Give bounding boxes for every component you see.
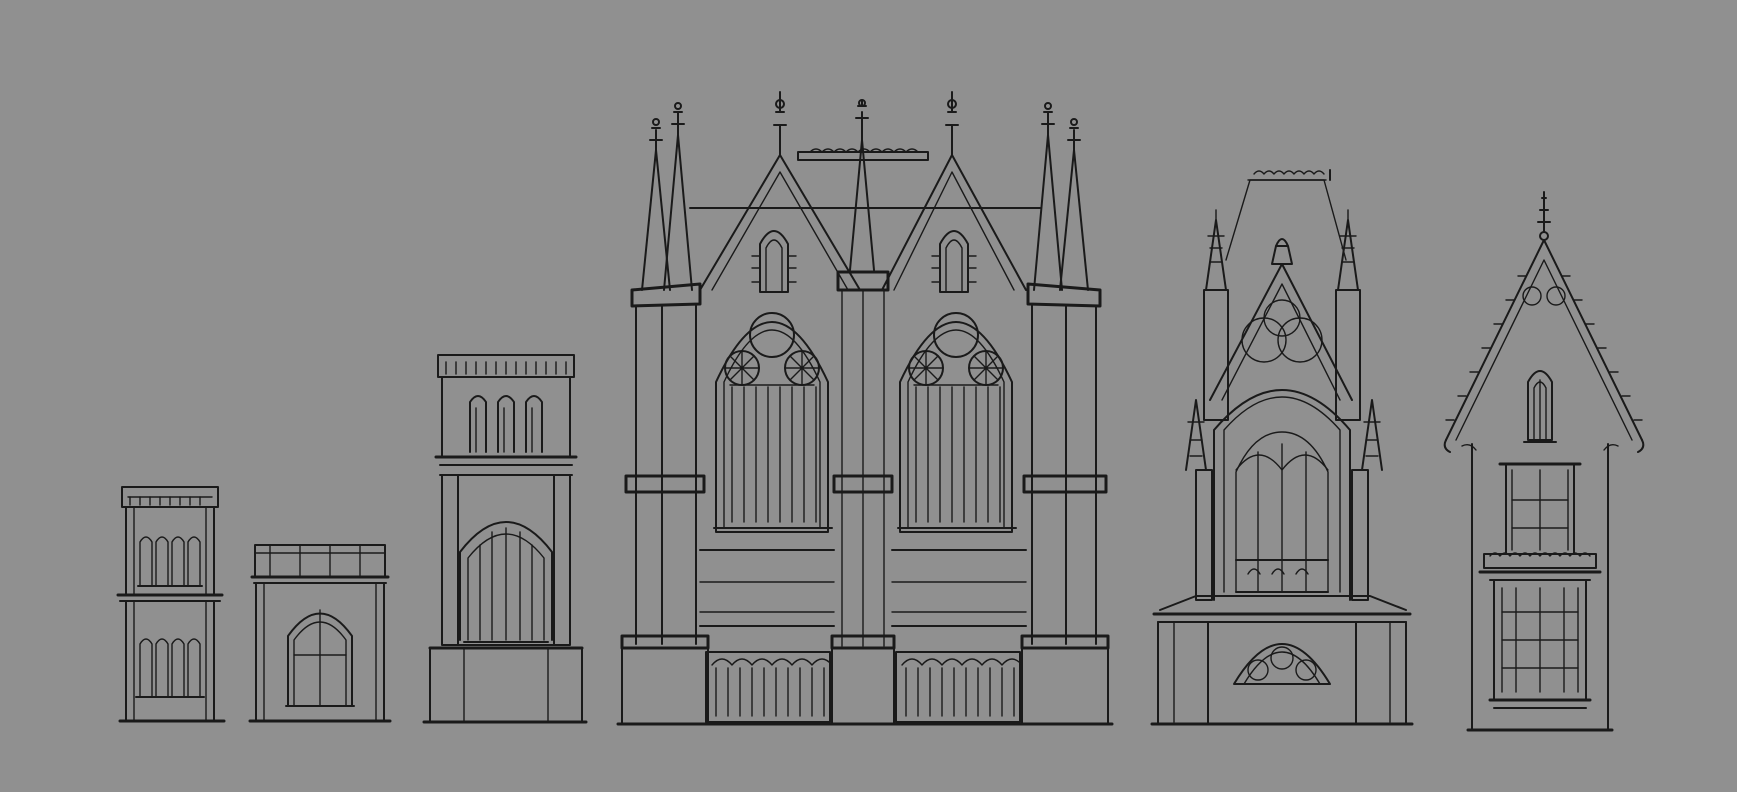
lower-panel-right — [896, 652, 1022, 722]
large-window-right — [898, 313, 1016, 532]
bell-tower-sketch — [424, 355, 586, 722]
small-tower-sketch — [118, 487, 224, 721]
sketch-canvas — [0, 0, 1737, 792]
ornate-chapel-sketch — [1152, 170, 1412, 724]
gatehouse-sketch — [250, 545, 390, 721]
large-window-left — [714, 313, 832, 532]
gabled-house-sketch — [1445, 192, 1644, 730]
lower-panel-left — [706, 652, 832, 722]
cathedral-facade-sketch — [618, 92, 1112, 724]
